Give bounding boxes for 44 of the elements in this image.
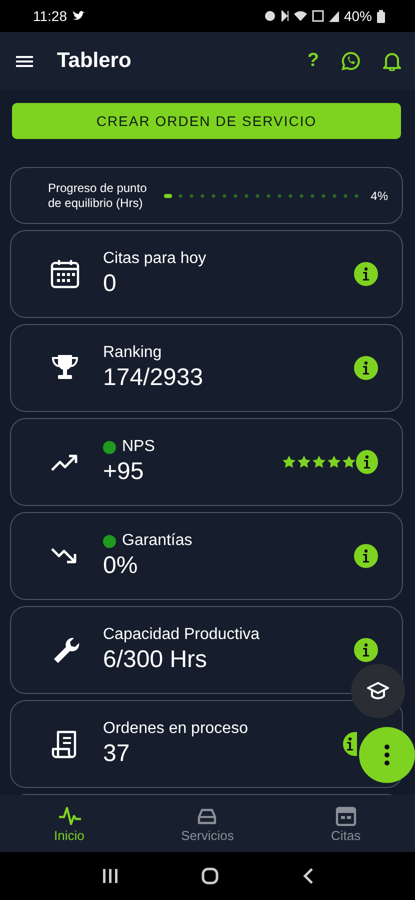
metric-title: Capacidad Productiva <box>103 626 260 644</box>
nav-tab[interactable]: Inicio <box>0 795 138 852</box>
graduation-cap-icon[interactable] <box>366 680 390 702</box>
page-title: Tablero <box>57 49 132 73</box>
recents-icon[interactable] <box>102 868 118 884</box>
metric-title: Citas para hoy <box>103 250 206 268</box>
metric-value: 0 <box>103 270 118 298</box>
info-icon[interactable] <box>354 638 378 662</box>
battery-level: 40% <box>344 8 372 24</box>
notification-icon[interactable] <box>383 51 401 71</box>
metric-title: NPS <box>122 438 155 456</box>
help-button[interactable]: ? <box>307 50 319 72</box>
wifi-icon <box>294 11 307 21</box>
nav-tab[interactable]: Servicios <box>138 795 277 852</box>
metric-value: 6/300 Hrs <box>103 646 208 674</box>
info-icon[interactable] <box>356 450 378 474</box>
clock: 11:28 <box>33 8 67 24</box>
pulse-icon[interactable] <box>57 804 82 826</box>
calendar-icon <box>49 258 81 290</box>
nav-tab[interactable]: Citas <box>276 795 415 852</box>
metric-title: Ranking <box>103 344 162 362</box>
info-icon[interactable] <box>354 544 378 568</box>
calendar-icon[interactable] <box>334 804 358 826</box>
metric-value: +95 <box>103 458 145 486</box>
info-icon[interactable] <box>343 732 357 756</box>
square-icon <box>312 10 324 22</box>
metric-value: 37 <box>103 740 131 768</box>
signal-icon <box>328 10 339 22</box>
metric-title: Garantías <box>122 532 192 550</box>
create-order-button[interactable]: CREAR ORDEN DE SERVICIO <box>12 103 401 139</box>
battery-icon <box>377 10 385 22</box>
metric-value: 0% <box>103 552 139 580</box>
progress-label: Progreso de punto de equilibrio (Hrs) <box>48 181 148 210</box>
chat-icon[interactable] <box>341 51 361 71</box>
info-icon[interactable] <box>354 356 378 380</box>
menu-icon[interactable] <box>16 54 33 68</box>
progress-reading: 4% <box>370 188 388 202</box>
home-icon[interactable] <box>200 867 218 885</box>
metric-value: 174/2933 <box>103 364 204 392</box>
back-icon[interactable] <box>302 867 314 885</box>
metric-title: Ordenes en proceso <box>103 720 248 738</box>
more-icon[interactable] <box>384 744 390 766</box>
info-icon[interactable] <box>354 262 378 286</box>
bird-icon <box>72 10 86 22</box>
